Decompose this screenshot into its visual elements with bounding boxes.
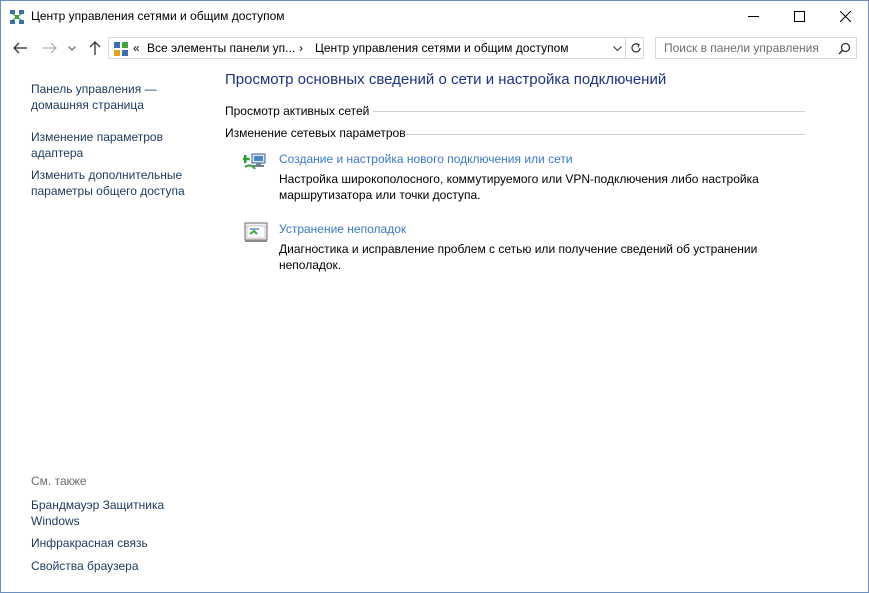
active-networks-heading: Просмотр активных сетей: [225, 104, 370, 118]
up-button[interactable]: [85, 38, 105, 58]
chevron-down-icon: [612, 45, 622, 51]
control-panel-icon: [114, 42, 128, 56]
see-also-infrared[interactable]: Инфракрасная связь: [31, 535, 201, 551]
chevron-down-icon: [68, 45, 76, 51]
see-also-firewall[interactable]: Брандмауэр Защитника Windows: [31, 497, 181, 529]
new-connection-description: Настройка широкополосного, коммутируемог…: [279, 172, 759, 202]
search-button[interactable]: [836, 40, 852, 56]
search-input[interactable]: [656, 38, 832, 58]
title-bar[interactable]: Центр управления сетями и общим доступом: [1, 1, 868, 32]
close-icon: [839, 11, 851, 22]
window: Центр управления сетями и общим доступом: [0, 0, 869, 593]
minimize-button[interactable]: [730, 1, 776, 32]
arrow-up-icon: [89, 41, 101, 55]
arrow-right-icon: [43, 42, 57, 54]
sidebar-item-sharing-settings[interactable]: Изменить дополнительные параметры общего…: [31, 167, 201, 199]
search-icon: [837, 42, 850, 55]
change-settings-heading: Изменение сетевых параметров: [225, 126, 406, 140]
window-title: Центр управления сетями и общим доступом: [31, 9, 285, 23]
back-button[interactable]: [9, 38, 31, 58]
refresh-icon: [630, 42, 641, 53]
breadcrumb-overflow[interactable]: «: [133, 41, 140, 55]
sidebar-item-adapter-settings[interactable]: Изменение параметров адаптера: [31, 129, 201, 161]
address-dropdown-button[interactable]: [609, 40, 625, 56]
recent-locations-button[interactable]: [65, 38, 79, 58]
close-button[interactable]: [822, 1, 868, 32]
maximize-button[interactable]: [776, 1, 822, 32]
arrow-left-icon: [13, 42, 27, 54]
troubleshoot-description: Диагностика и исправление проблем с сеть…: [279, 242, 758, 272]
see-also-heading: См. также: [31, 474, 87, 488]
navigation-bar: « Все элементы панели уп... › Центр упра…: [1, 33, 868, 63]
divider: [373, 111, 805, 112]
search-box[interactable]: [655, 37, 857, 59]
address-bar[interactable]: « Все элементы панели уп... › Центр упра…: [108, 37, 644, 59]
sidebar-item-control-panel-home[interactable]: Панель управления — домашняя страница: [31, 81, 201, 113]
forward-button[interactable]: [39, 38, 61, 58]
breadcrumb-all-items[interactable]: Все элементы панели уп...: [147, 41, 295, 55]
network-center-icon: [10, 10, 24, 24]
minimize-icon: [747, 16, 759, 17]
divider: [406, 134, 805, 135]
see-also-browser-properties[interactable]: Свойства браузера: [31, 558, 201, 574]
maximize-icon: [793, 11, 805, 22]
new-connection-icon: [243, 153, 266, 170]
refresh-button[interactable]: [625, 38, 645, 58]
troubleshoot-icon: [244, 222, 268, 242]
breadcrumb-separator[interactable]: ›: [299, 41, 303, 55]
troubleshoot-link[interactable]: Устранение неполадок: [279, 222, 406, 236]
breadcrumb-network-center[interactable]: Центр управления сетями и общим доступом: [315, 41, 569, 55]
page-title: Просмотр основных сведений о сети и наст…: [225, 71, 667, 88]
new-connection-link[interactable]: Создание и настройка нового подключения …: [279, 152, 573, 166]
